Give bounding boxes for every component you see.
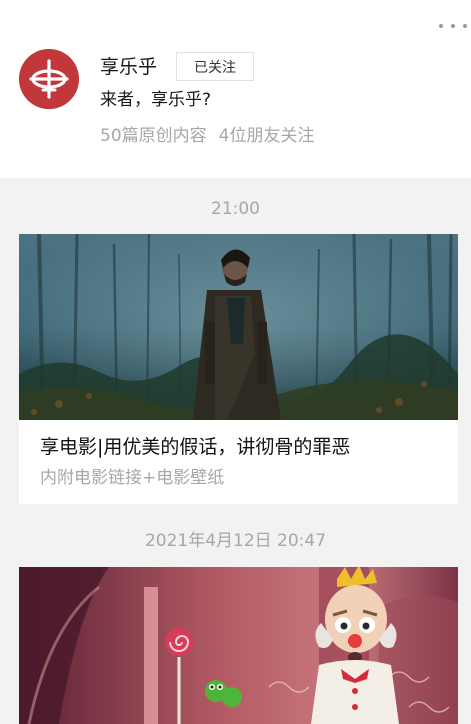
followed-button[interactable]: 已关注 xyxy=(176,52,254,81)
feed-timestamp: 2021年4月12日 20:47 xyxy=(144,531,327,551)
article-card[interactable]: 享电影|用优美的假话，讲彻骨的罪恶 内附电影链接+电影壁纸 xyxy=(19,234,458,504)
avatar[interactable] xyxy=(19,49,79,109)
more-dots-icon[interactable] xyxy=(439,16,467,36)
account-header: 享乐乎 已关注 来者，享乐乎? 50篇原创内容 4位朋友关注 xyxy=(0,0,471,178)
article-cover-image xyxy=(19,234,458,420)
account-description: 来者，享乐乎? xyxy=(100,90,212,110)
article-subtitle: 内附电影链接+电影壁纸 xyxy=(40,468,225,488)
article-cover-image xyxy=(19,567,458,724)
original-articles-count[interactable]: 50篇原创内容 xyxy=(100,125,207,147)
official-account-page: 享乐乎 已关注 来者，享乐乎? 50篇原创内容 4位朋友关注 21:00 享电影… xyxy=(0,0,471,724)
avatar-logo xyxy=(19,49,79,109)
article-card[interactable] xyxy=(19,567,458,724)
account-stats: 50篇原创内容 4位朋友关注 xyxy=(100,125,314,147)
account-name[interactable]: 享乐乎 xyxy=(100,56,157,78)
article-title[interactable]: 享电影|用优美的假话，讲彻骨的罪恶 xyxy=(40,435,350,459)
friends-following-count[interactable]: 4位朋友关注 xyxy=(219,125,315,147)
feed-timestamp: 21:00 xyxy=(211,199,260,219)
